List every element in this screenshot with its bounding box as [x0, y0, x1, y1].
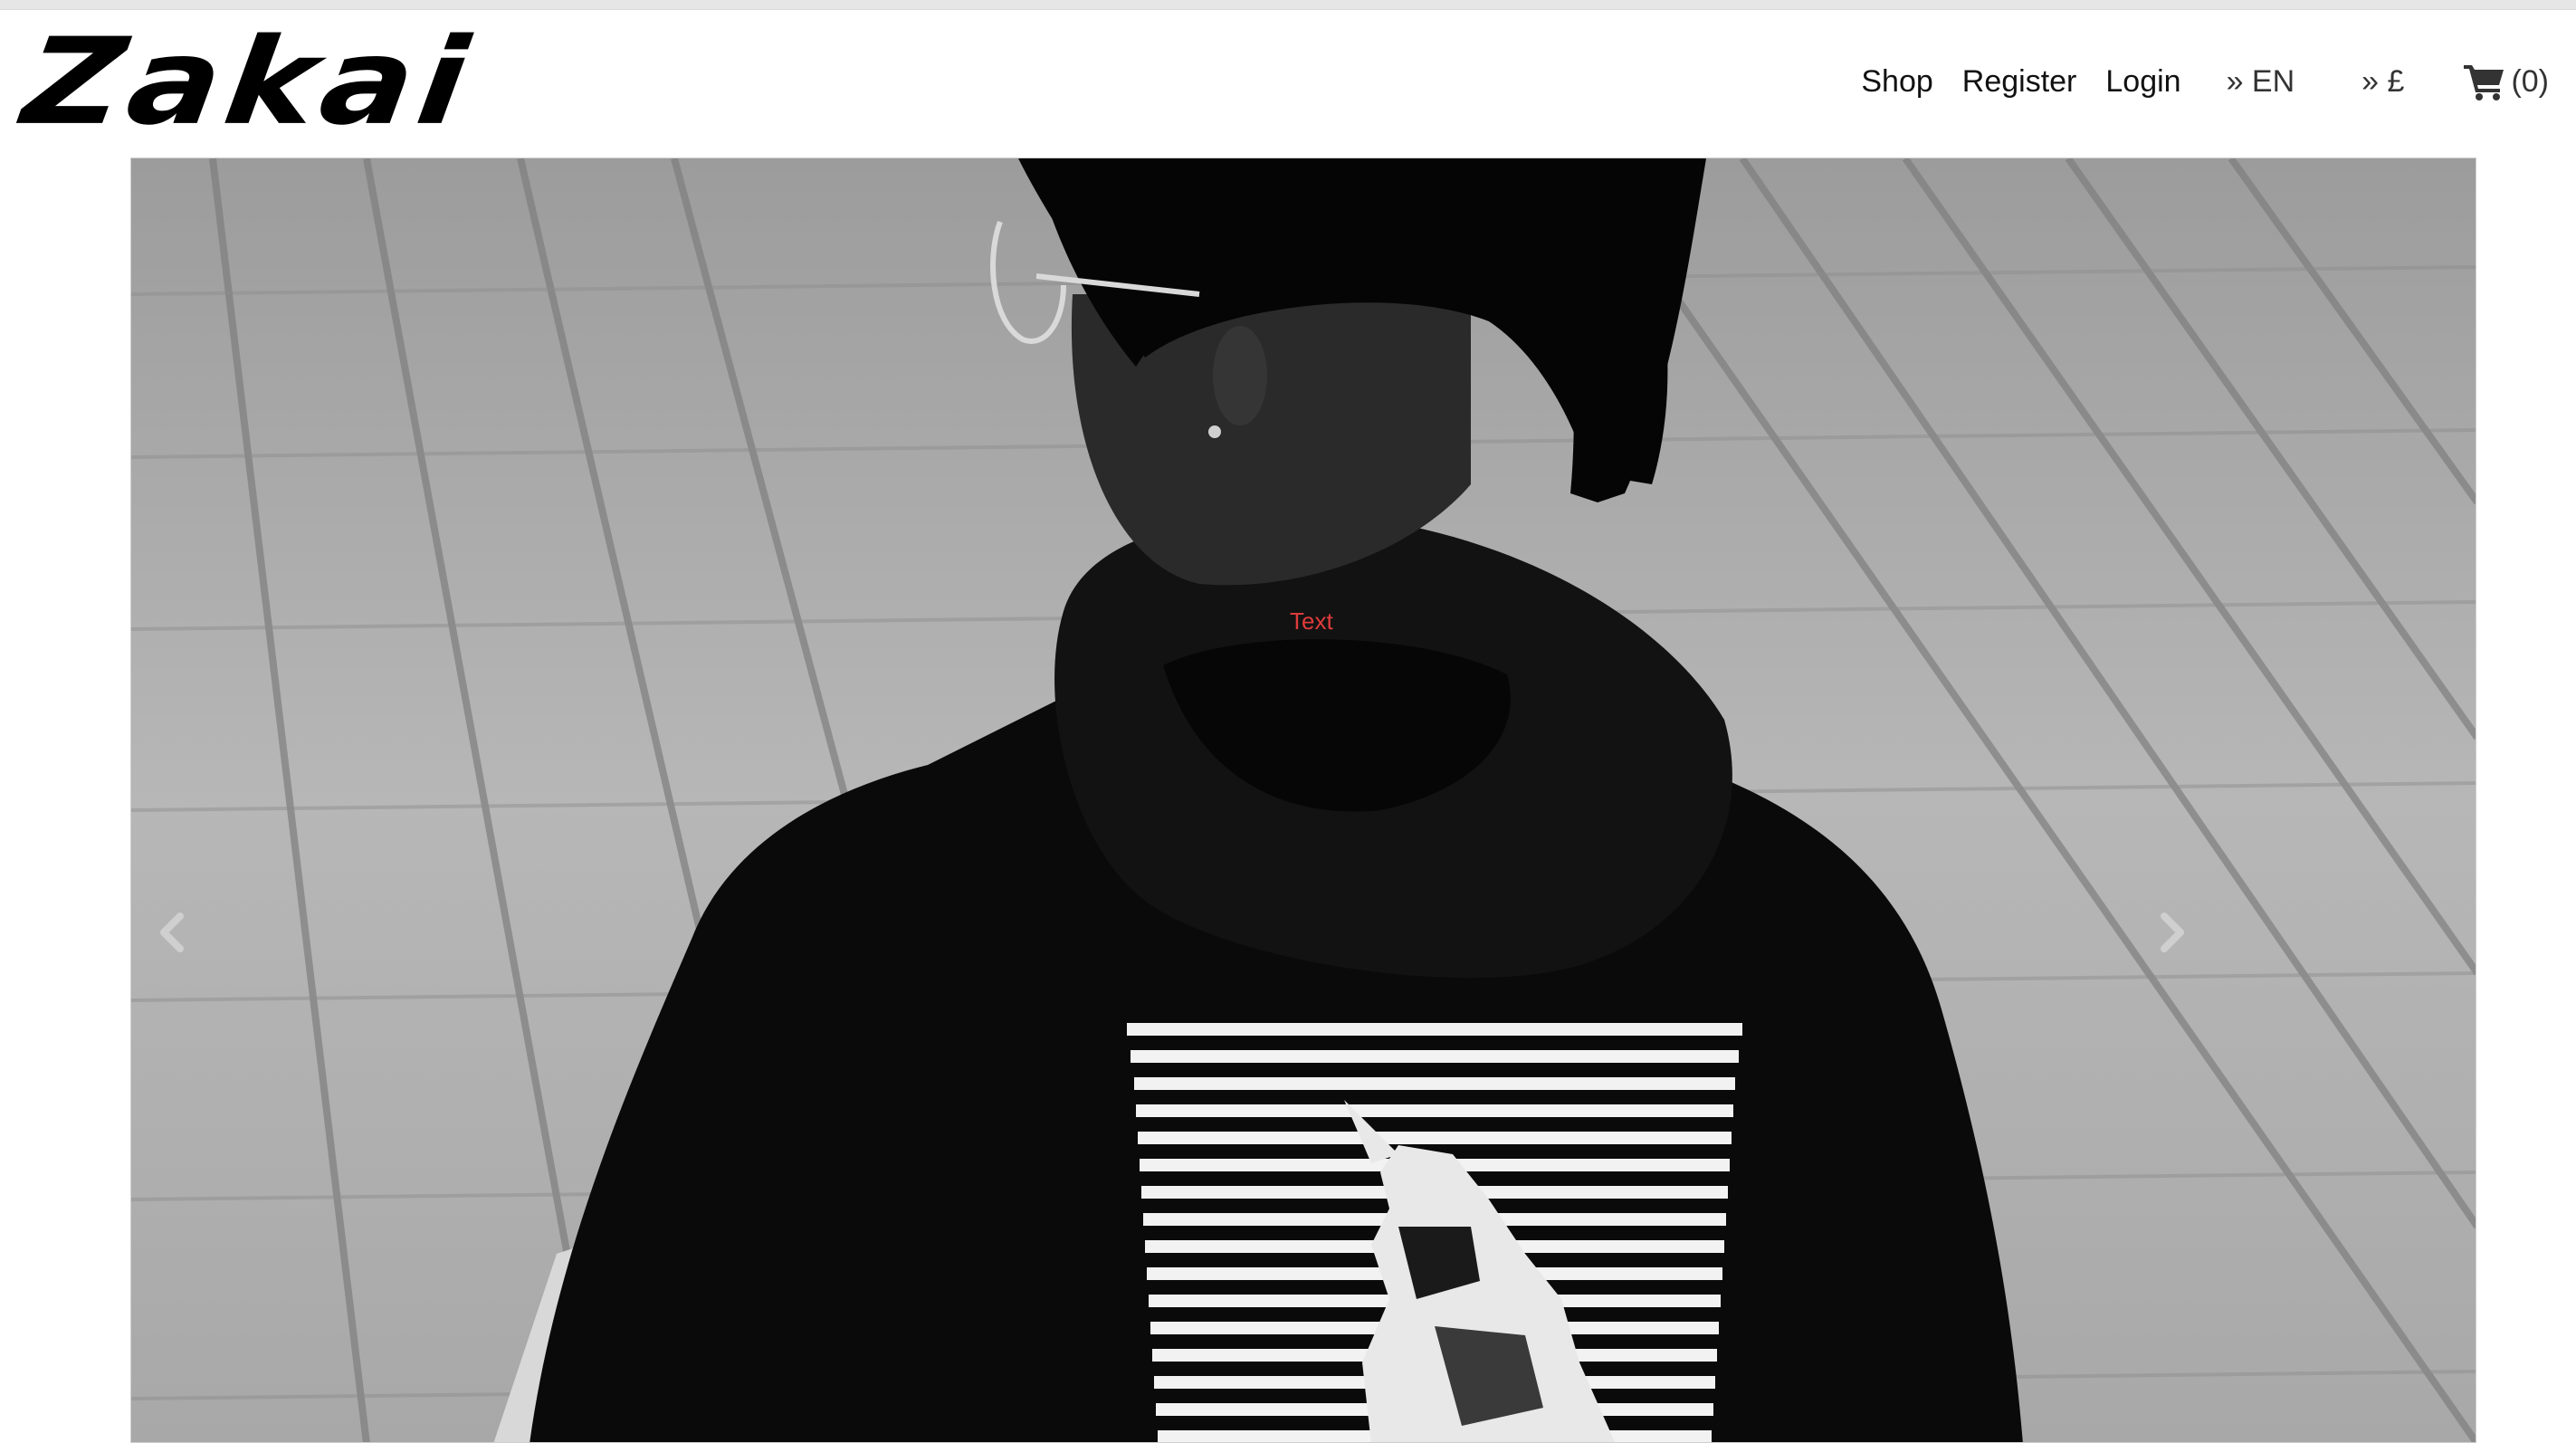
currency-selector[interactable]: » £: [2361, 64, 2404, 100]
carousel-next-button[interactable]: [2145, 896, 2199, 969]
main-nav: Shop Register Login » EN » £ (0): [1861, 54, 2549, 109]
cart-count: (0): [2511, 63, 2549, 99]
hero-caption: Text: [1290, 607, 1333, 635]
chevron-right-icon: [2161, 913, 2184, 952]
language-selector[interactable]: » EN: [2227, 64, 2295, 100]
shopping-cart-icon: [2464, 65, 2504, 100]
hero-carousel[interactable]: Text: [130, 158, 2476, 1443]
nav-link-shop[interactable]: Shop: [1861, 64, 1932, 100]
cart-button[interactable]: (0): [2464, 62, 2549, 100]
carousel-prev-button[interactable]: [145, 896, 199, 969]
hero-image: [131, 158, 2476, 1442]
chevron-left-icon: [160, 913, 184, 952]
top-border: [0, 0, 2576, 10]
site-logo[interactable]: Zakai: [15, 13, 481, 151]
nav-link-register[interactable]: Register: [1962, 64, 2077, 100]
nav-link-login[interactable]: Login: [2105, 64, 2180, 100]
